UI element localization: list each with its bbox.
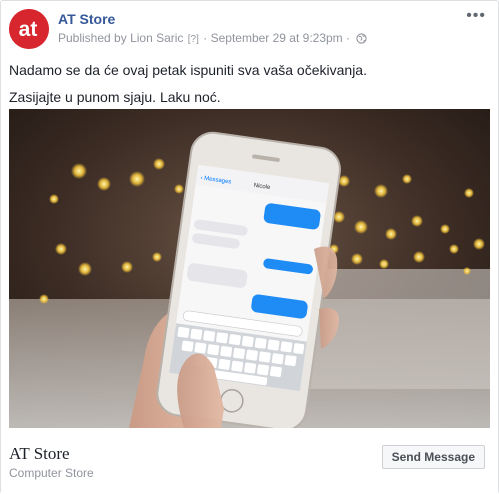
post-card: at AT Store Published by Lion Saric [?] … xyxy=(0,0,499,494)
phone-messages-photo: ‹ Messages Nicole xyxy=(9,109,490,428)
footer-page-category: Computer Store xyxy=(9,466,94,480)
send-message-button[interactable]: Send Message xyxy=(381,445,485,469)
meta-separator: · xyxy=(203,31,208,45)
page-avatar[interactable]: at xyxy=(9,9,49,49)
page-name-link[interactable]: AT Store xyxy=(58,11,115,27)
globe-icon[interactable] xyxy=(356,33,368,47)
publisher-name[interactable]: Lion Saric xyxy=(130,31,183,45)
post-text: Nadamo se da će ovaj petak ispuniti sva … xyxy=(9,61,490,115)
post-photo[interactable]: ‹ Messages Nicole xyxy=(9,109,490,428)
page-footer: AT Store Computer Store Send Message xyxy=(1,428,498,494)
footer-page-title[interactable]: AT Store xyxy=(9,444,70,464)
at-logo-icon: at xyxy=(9,9,49,49)
post-header: at AT Store Published by Lion Saric [?] … xyxy=(9,8,490,49)
published-prefix: Published by xyxy=(58,31,127,45)
post-text-line: Nadamo se da će ovaj petak ispuniti sva … xyxy=(9,62,367,78)
more-options-icon[interactable]: ••• xyxy=(466,8,486,24)
help-icon[interactable]: [?] xyxy=(188,34,199,45)
post-text-line: Zasijajte u punom sjaju. Laku noć. xyxy=(9,88,221,105)
post-timestamp[interactable]: September 29 at 9:23pm xyxy=(211,31,343,45)
svg-text:at: at xyxy=(19,18,38,41)
post-meta: Published by Lion Saric [?] · September … xyxy=(58,31,368,47)
meta-separator: · xyxy=(346,31,351,45)
